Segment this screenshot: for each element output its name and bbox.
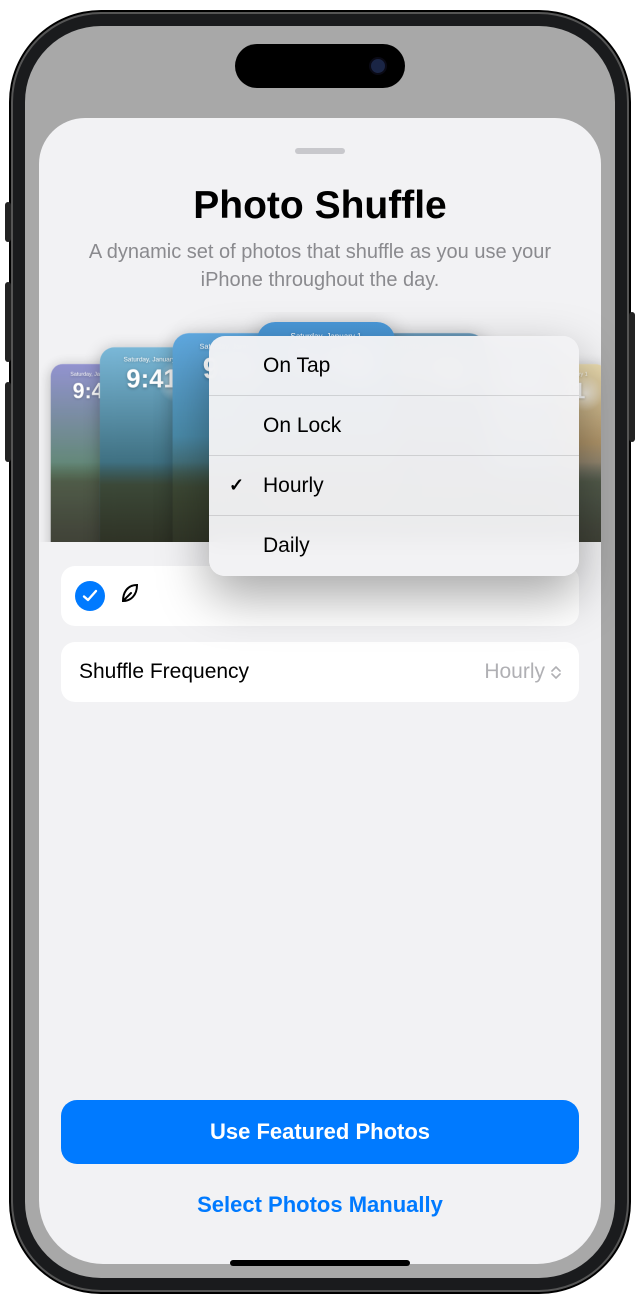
volume-up-button [5,282,11,362]
checkmark-icon: ✓ [229,475,244,496]
frequency-option-on-tap[interactable]: On Tap [209,336,579,396]
up-down-chevron-icon [551,666,561,679]
home-indicator[interactable] [230,1260,410,1266]
page-title: Photo Shuffle [39,184,601,228]
frequency-popup-menu: On Tap On Lock ✓ Hourly Daily [209,336,579,576]
shuffle-frequency-label: Shuffle Frequency [79,660,249,684]
bottom-actions: Use Featured Photos Select Photos Manual… [39,1100,601,1264]
dynamic-island [235,44,405,88]
use-featured-photos-button[interactable]: Use Featured Photos [61,1100,579,1164]
silence-switch [5,202,11,242]
frequency-option-daily[interactable]: Daily [209,516,579,576]
phone-screen: Photo Shuffle A dynamic set of photos th… [25,26,615,1278]
volume-down-button [5,382,11,462]
select-photos-manually-button[interactable]: Select Photos Manually [61,1184,579,1236]
page-subtitle: A dynamic set of photos that shuffle as … [39,238,601,294]
side-button [629,312,635,442]
sheet-grabber[interactable] [295,148,345,154]
phone-frame: Photo Shuffle A dynamic set of photos th… [11,12,629,1292]
selected-chip-checkmark-icon[interactable] [75,581,105,611]
photo-shuffle-sheet: Photo Shuffle A dynamic set of photos th… [39,118,601,1264]
frequency-option-hourly[interactable]: ✓ Hourly [209,456,579,516]
front-camera-icon [369,57,387,75]
frequency-option-on-lock[interactable]: On Lock [209,396,579,456]
nature-category-icon[interactable] [117,581,141,611]
shuffle-frequency-row[interactable]: Shuffle Frequency Hourly [61,642,579,702]
shuffle-frequency-value[interactable]: Hourly [484,660,561,684]
